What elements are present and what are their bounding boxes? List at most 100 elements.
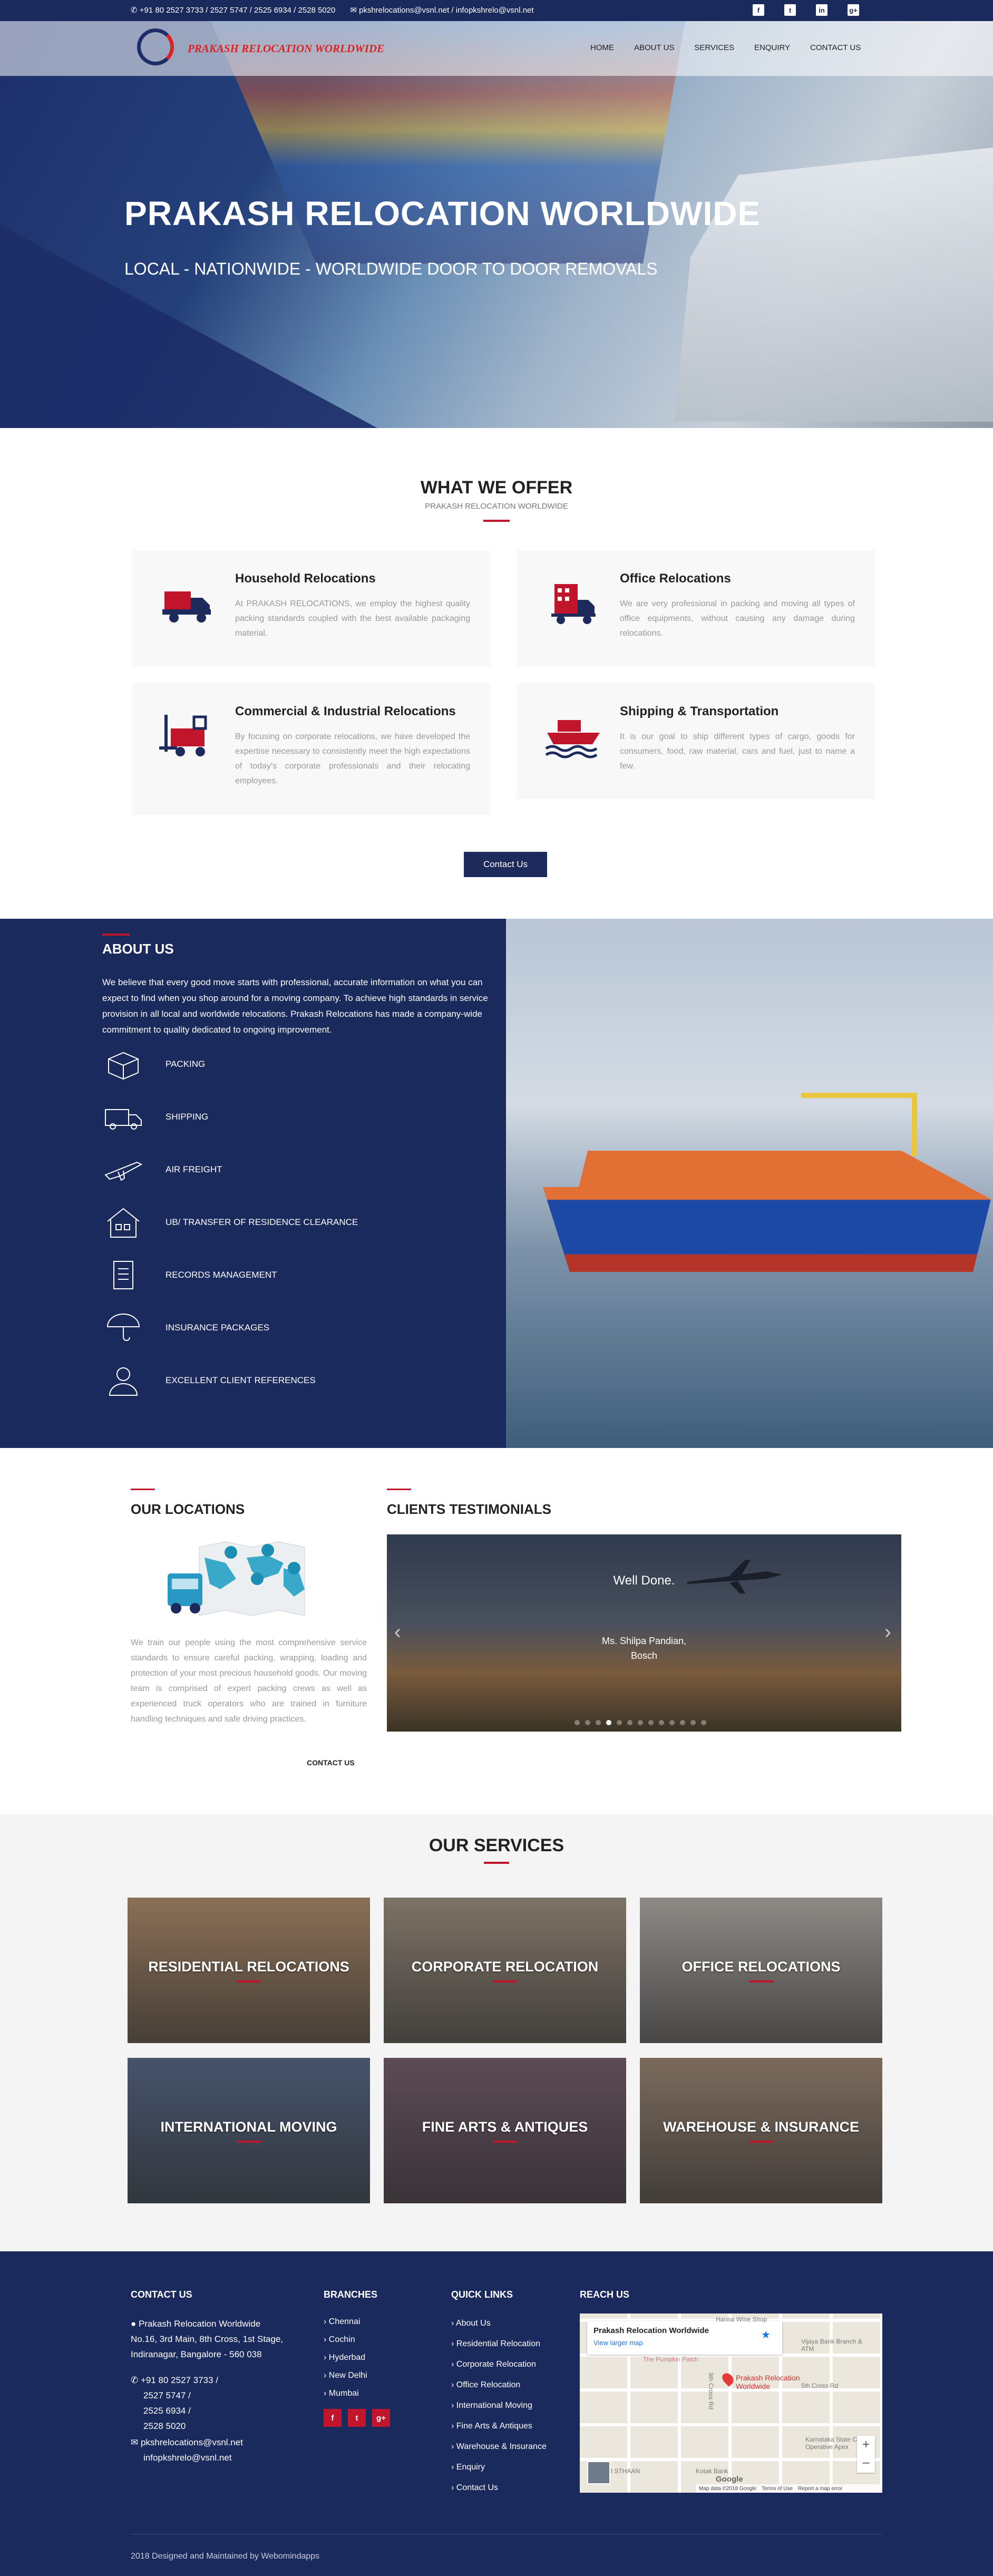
services-grid: RESIDENTIAL RELOCATIONS CORPORATE RELOCA…: [128, 1898, 882, 2203]
zoom-out-icon[interactable]: –: [857, 2454, 875, 2472]
testimonial-author: Ms. Shilpa Pandian,: [601, 1636, 687, 1646]
service-tile-corporate[interactable]: CORPORATE RELOCATION: [384, 1898, 626, 2043]
google-plus-icon[interactable]: g+: [372, 2409, 390, 2427]
main-menu: HOME ABOUT US SERVICES ENQUIRY CONTACT U…: [590, 43, 861, 52]
map-thumbnail[interactable]: [587, 2461, 610, 2484]
directions-icon[interactable]: ★: [761, 2328, 771, 2341]
google-plus-icon[interactable]: g+: [848, 4, 859, 16]
about-section: ABOUT US We believe that every good move…: [0, 919, 506, 1448]
map-larger-link[interactable]: View larger map: [593, 2339, 643, 2347]
map-place-name: Prakash Relocation Worldwide: [593, 2326, 709, 2335]
item-label: RECORDS MANAGEMENT: [166, 1270, 277, 1280]
facebook-icon[interactable]: f: [324, 2409, 342, 2427]
offer-divider: [483, 520, 510, 522]
card-text: We are very professional in packing and …: [620, 599, 855, 638]
tile-label: OFFICE RELOCATIONS: [682, 1958, 841, 1975]
slider-prev-icon[interactable]: ‹: [394, 1621, 401, 1644]
contact-us-button[interactable]: Contact Us: [464, 852, 547, 877]
slider-dot[interactable]: [648, 1720, 654, 1725]
box-icon: [108, 1052, 139, 1080]
plane-icon: [104, 1161, 143, 1181]
van-icon: [105, 1109, 142, 1130]
branch-item: › Chennai: [324, 2317, 361, 2326]
service-tile-warehouse[interactable]: WAREHOUSE & INSURANCE: [640, 2058, 882, 2203]
about-item-records: RECORDS MANAGEMENT: [102, 1258, 358, 1292]
about-service-list: PACKING SHIPPING AIR FREIGHT UB/ TRANSFE…: [102, 1047, 358, 1397]
testimonial-quote: Well Done.: [613, 1573, 675, 1588]
menu-enquiry[interactable]: ENQUIRY: [754, 43, 790, 52]
slider-dot[interactable]: [585, 1720, 590, 1725]
user-icon: [109, 1367, 138, 1396]
slider-dot[interactable]: [690, 1720, 696, 1725]
umbrella-icon: [106, 1314, 140, 1341]
about-item-packing: PACKING: [102, 1047, 358, 1081]
slider-dot[interactable]: [680, 1720, 685, 1725]
testimonial-slider: Well Done. Ms. Shilpa Pandian, Bosch ‹ ›: [387, 1534, 901, 1732]
tile-label: WAREHOUSE & INSURANCE: [663, 2118, 860, 2135]
office-truck-icon: [551, 584, 596, 624]
email-text: pkshrelocations@vsnl.net / infopkshrelo@…: [359, 6, 534, 15]
menu-home[interactable]: HOME: [590, 43, 614, 52]
map-pin-label: Prakash Relocation Worldwide: [736, 2374, 800, 2390]
linkedin-icon[interactable]: in: [816, 4, 828, 16]
item-label: INSURANCE PACKAGES: [166, 1323, 270, 1333]
slider-dot[interactable]: [638, 1720, 643, 1725]
footer-branches-col: BRANCHES › Chennai › Cochin › Hyderbad ›…: [324, 2289, 390, 2427]
menu-contact[interactable]: CONTACT US: [810, 43, 861, 52]
card-title: Office Relocations: [620, 571, 731, 586]
forklift-icon: [159, 715, 207, 756]
offer-title: WHAT WE OFFER: [420, 478, 573, 498]
footer-contact-col: CONTACT US ● Prakash Relocation Worldwid…: [131, 2289, 283, 2465]
menu-about[interactable]: ABOUT US: [634, 43, 674, 52]
about-item-insurance: INSURANCE PACKAGES: [102, 1311, 358, 1345]
card-text: By focusing on corporate relocations, we…: [235, 732, 470, 785]
zoom-in-icon[interactable]: +: [857, 2436, 875, 2454]
phone-info: ✆ +91 80 2527 3733 / 2527 5747 / 2525 69…: [131, 6, 336, 15]
phone-text: +91 80 2527 3733 / 2527 5747 / 2525 6934…: [139, 6, 336, 15]
slider-dots: [575, 1720, 706, 1725]
quick-link: › Warehouse & Insurance: [451, 2442, 547, 2451]
services-divider: [484, 1862, 509, 1864]
service-tile-international[interactable]: INTERNATIONAL MOVING: [128, 2058, 370, 2203]
testimonial-company: Bosch: [630, 1650, 658, 1661]
menu-services[interactable]: SERVICES: [694, 43, 734, 52]
footer-links-col: QUICK LINKS › About Us › Residential Rel…: [451, 2289, 547, 2498]
slider-dot[interactable]: [596, 1720, 601, 1725]
locations-contact-link[interactable]: CONTACT US: [307, 1758, 355, 1767]
footer-emails: ✉ pkshrelocations@vsnl.net infopkshrelo@…: [131, 2437, 243, 2463]
quick-link: › Office Relocation: [451, 2380, 521, 2389]
offer-card-commercial: Commercial & Industrial Relocations By f…: [132, 683, 490, 815]
branch-item: › Hyderbad: [324, 2353, 366, 2362]
slider-dot[interactable]: [701, 1720, 706, 1725]
slider-next-icon[interactable]: ›: [884, 1621, 891, 1644]
about-text: We believe that every good move starts w…: [102, 977, 488, 1035]
twitter-icon[interactable]: t: [348, 2409, 366, 2427]
footer-contact-title: CONTACT US: [131, 2289, 192, 2300]
map-label: Hanna Wine Shop: [716, 2316, 767, 2323]
footer-reach-title: REACH US: [580, 2289, 630, 2300]
slider-dot[interactable]: [575, 1720, 580, 1725]
slider-dot[interactable]: [627, 1720, 632, 1725]
service-tile-residential[interactable]: RESIDENTIAL RELOCATIONS: [128, 1898, 370, 2043]
quick-link: › International Moving: [451, 2401, 532, 2410]
card-text: At PRAKASH RELOCATIONS, we employ the hi…: [235, 599, 470, 638]
slider-dot[interactable]: [659, 1720, 664, 1725]
twitter-icon[interactable]: t: [784, 4, 796, 16]
house-icon: [107, 1208, 140, 1238]
logo-text[interactable]: PRAKASH RELOCATION WORLDWIDE: [188, 42, 384, 55]
slider-dot[interactable]: [669, 1720, 675, 1725]
map-zoom-control[interactable]: + –: [857, 2436, 875, 2473]
offer-subtitle: PRAKASH RELOCATION WORLDWIDE: [425, 502, 568, 511]
service-tile-office[interactable]: OFFICE RELOCATIONS: [640, 1898, 882, 2043]
logo-icon[interactable]: [137, 28, 174, 65]
map-attribution: Map data ©2018 Google Terms of Use Repor…: [696, 2484, 882, 2493]
map-label: 9th Cross Rd: [707, 2372, 715, 2410]
item-label: SHIPPING: [166, 1112, 209, 1122]
map-label: The Pumpkin Patch: [643, 2356, 698, 2363]
truck-image: [675, 148, 993, 422]
facebook-icon[interactable]: f: [753, 4, 764, 16]
slider-dot[interactable]: [606, 1720, 611, 1725]
slider-dot[interactable]: [617, 1720, 622, 1725]
google-map[interactable]: Prakash Relocation Worldwide View larger…: [580, 2313, 882, 2493]
service-tile-fine-arts[interactable]: FINE ARTS & ANTIQUES: [384, 2058, 626, 2203]
